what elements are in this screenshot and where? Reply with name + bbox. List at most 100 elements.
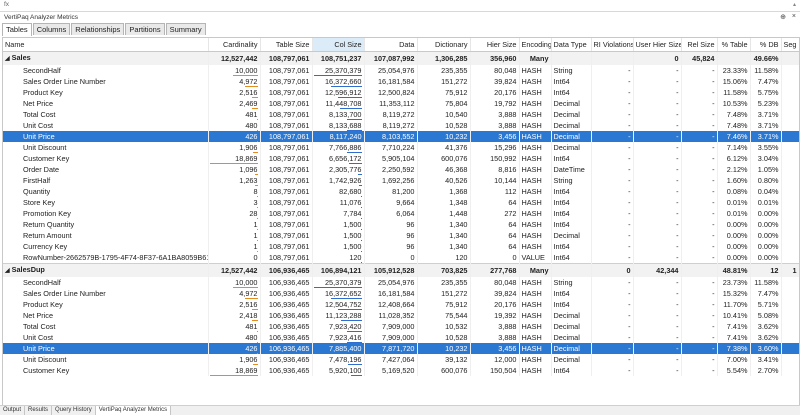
metric-cell: - (633, 153, 682, 164)
column-header--table[interactable]: % Table (717, 38, 751, 52)
formula-bar[interactable]: fx ▴ (0, 0, 800, 12)
column-header-name[interactable]: Name (3, 38, 209, 52)
metric-value: 46,368 (445, 165, 468, 174)
metric-cell: 106,936,465 (260, 365, 313, 376)
column-header-table-size[interactable]: Table Size (260, 38, 313, 52)
table-row[interactable]: Promotion Key 28 108,797,061 7,784 6,064 1,44… (3, 208, 799, 219)
column-header-user-hier-size[interactable]: User Hier Size (633, 38, 682, 52)
table-row[interactable]: Currency Key 1 108,797,061 1,500 96 1,340 64 HA… (3, 241, 799, 252)
table-row[interactable]: Customer Key 18,869 108,797,061 6,656,172 5,… (3, 153, 799, 164)
table-row[interactable]: Net Price 2,418 106,936,465 11,123,288 11,02… (3, 310, 799, 321)
table-row[interactable]: Unit Cost 480 106,936,465 7,923,416 7,909,00… (3, 332, 799, 343)
metric-value: 2.12% (726, 165, 748, 174)
table-row[interactable]: Product Key 2,516 106,936,465 12,504,752 12,… (3, 299, 799, 310)
column-header-seg[interactable]: Seg (781, 38, 799, 52)
metric-value: 12,408,664 (377, 300, 415, 309)
column-header-dictionary[interactable]: Dictionary (417, 38, 471, 52)
table-group-row[interactable]: ◢ Sales 12,527,442 108,797,061 108,751,237 10… (3, 51, 799, 65)
column-header-encoding[interactable]: Encoding (519, 38, 552, 52)
column-header-ri-violations[interactable]: RI Violations (591, 38, 634, 52)
metric-value: - (628, 110, 631, 119)
table-row[interactable]: FirstHalf 1,263 108,797,061 1,742,926 1,692,… (3, 175, 799, 186)
metric-value: - (676, 289, 679, 298)
metric-cell: 11,353,112 (364, 98, 418, 109)
metric-value: 108,797,061 (268, 110, 310, 119)
tab-partitions[interactable]: Partitions (125, 23, 165, 35)
metric-cell: 150,992 (470, 153, 520, 164)
metric-cell: 108,797,061 (260, 197, 313, 208)
table-row[interactable]: Customer Key 18,869 106,936,465 5,920,100 5,… (3, 365, 799, 376)
table-row[interactable]: Unit Cost 480 108,797,061 8,133,688 8,119,27… (3, 120, 799, 131)
column-header-data-type[interactable]: Data Type (551, 38, 592, 52)
metrics-grid[interactable]: Name Cardinality Table Size Col Size Data Dic… (2, 37, 800, 406)
metric-cell: 0.08% (717, 186, 751, 197)
pin-icon[interactable]: ⊕ (780, 13, 786, 21)
column-header-data[interactable]: Data (364, 38, 418, 52)
metric-cell: 11.70% (717, 299, 751, 310)
group-summary-cell: 107,087,992 (364, 51, 418, 65)
table-row[interactable]: Return Amount 1 108,797,061 1,500 96 1,340 64 H… (3, 230, 799, 241)
metric-value: HASH (521, 110, 542, 119)
table-row[interactable]: Store Key 3 108,797,061 11,076 9,664 1,348 64 H… (3, 197, 799, 208)
column-header-col-size[interactable]: Col Size (312, 38, 365, 52)
table-row[interactable]: Quantity 8 108,797,061 82,680 81,200 1,368 112… (3, 186, 799, 197)
metric-cell: HASH (519, 241, 552, 252)
metric-cell: - (681, 120, 718, 131)
metric-value: - (712, 187, 715, 196)
table-row[interactable]: SecondHalf 10,000 106,936,465 25,370,379 25,… (3, 277, 799, 288)
metric-cell: 108,797,061 (260, 186, 313, 197)
column-header--db[interactable]: % DB (750, 38, 782, 52)
table-row[interactable]: Sales Order Line Number 4,972 106,936,465 1… (3, 288, 799, 299)
column-name-label: Return Quantity (23, 220, 75, 229)
collapse-triangle-icon[interactable]: ◢ (5, 54, 10, 65)
table-row[interactable]: Total Cost 481 108,797,061 8,133,700 8,119,2… (3, 109, 799, 120)
metric-value: - (712, 311, 715, 320)
tab-columns[interactable]: Columns (32, 23, 71, 35)
metric-cell: - (591, 365, 634, 376)
column-header-hier-size[interactable]: Hier Size (470, 38, 520, 52)
metric-value: 1.60% (726, 176, 748, 185)
collapse-triangle-icon[interactable]: ◢ (5, 266, 10, 277)
column-header-cardinality[interactable]: Cardinality (208, 38, 261, 52)
metric-cell: 7,427,064 (364, 354, 418, 365)
metric-cell: - (633, 197, 682, 208)
table-row[interactable]: SecondHalf 10,000 108,797,061 25,370,379 25,… (3, 65, 799, 76)
metric-value: 3.62% (757, 333, 779, 342)
table-row[interactable]: Order Date 1,096 108,797,061 2,305,776 2,250… (3, 164, 799, 175)
metric-value: 7,871,720 (382, 344, 415, 353)
metric-cell: 2,250,592 (364, 164, 418, 175)
table-row[interactable]: Unit Price 426 108,797,061 8,117,240 8,103,5… (3, 131, 799, 142)
metric-value: 3.60% (757, 344, 779, 353)
column-name-label: Product Key (23, 88, 63, 97)
metric-cell: - (591, 120, 634, 131)
table-group-row[interactable]: ◢ SalesDup 12,527,442 106,936,465 106,894,12… (3, 263, 799, 277)
table-row[interactable]: Product Key 2,516 108,797,061 12,596,912 12,… (3, 87, 799, 98)
column-name-label: Unit Cost (23, 333, 54, 342)
tab-summary[interactable]: Summary (165, 23, 206, 35)
metric-cell: 15.32% (717, 288, 751, 299)
table-row[interactable]: Unit Discount 1,906 108,797,061 7,766,886 7,… (3, 142, 799, 153)
metric-value: 120 (455, 253, 468, 262)
metric-cell: 272 (470, 208, 520, 219)
metric-value: Int64 (553, 366, 570, 375)
metric-value: 8,119,272 (382, 121, 415, 130)
tab-tables[interactable]: Tables (2, 23, 32, 36)
table-row[interactable]: Total Cost 481 106,936,465 7,923,420 7,909,0… (3, 321, 799, 332)
metric-value: HASH (521, 289, 542, 298)
table-row[interactable]: Unit Price 426 106,936,465 7,885,400 7,871,7… (3, 343, 799, 354)
tab-relationships[interactable]: Relationships (71, 23, 125, 35)
metric-value: 2,250,592 (382, 165, 415, 174)
table-row[interactable]: Unit Discount 1,906 106,936,465 7,478,196 7,… (3, 354, 799, 365)
scroll-up-icon[interactable]: ▴ (793, 1, 796, 8)
close-icon[interactable]: × (792, 13, 796, 20)
metric-cell (781, 109, 799, 120)
metric-cell: Int64 (551, 299, 592, 310)
column-header-rel-size[interactable]: Rel Size (681, 38, 718, 52)
table-row[interactable]: RowNumber-2662579B-1795-4F74-8F37-6A1BA8… (3, 252, 799, 264)
table-row[interactable]: Return Quantity 1 108,797,061 1,500 96 1,340 6… (3, 219, 799, 230)
metric-value: HASH (521, 198, 542, 207)
group-summary-cell: 49.66% (750, 51, 782, 65)
table-row[interactable]: Sales Order Line Number 4,972 108,797,061 1… (3, 76, 799, 87)
column-name: Return Quantity (3, 219, 209, 230)
table-row[interactable]: Net Price 2,469 108,797,061 11,448,708 11,35… (3, 98, 799, 109)
